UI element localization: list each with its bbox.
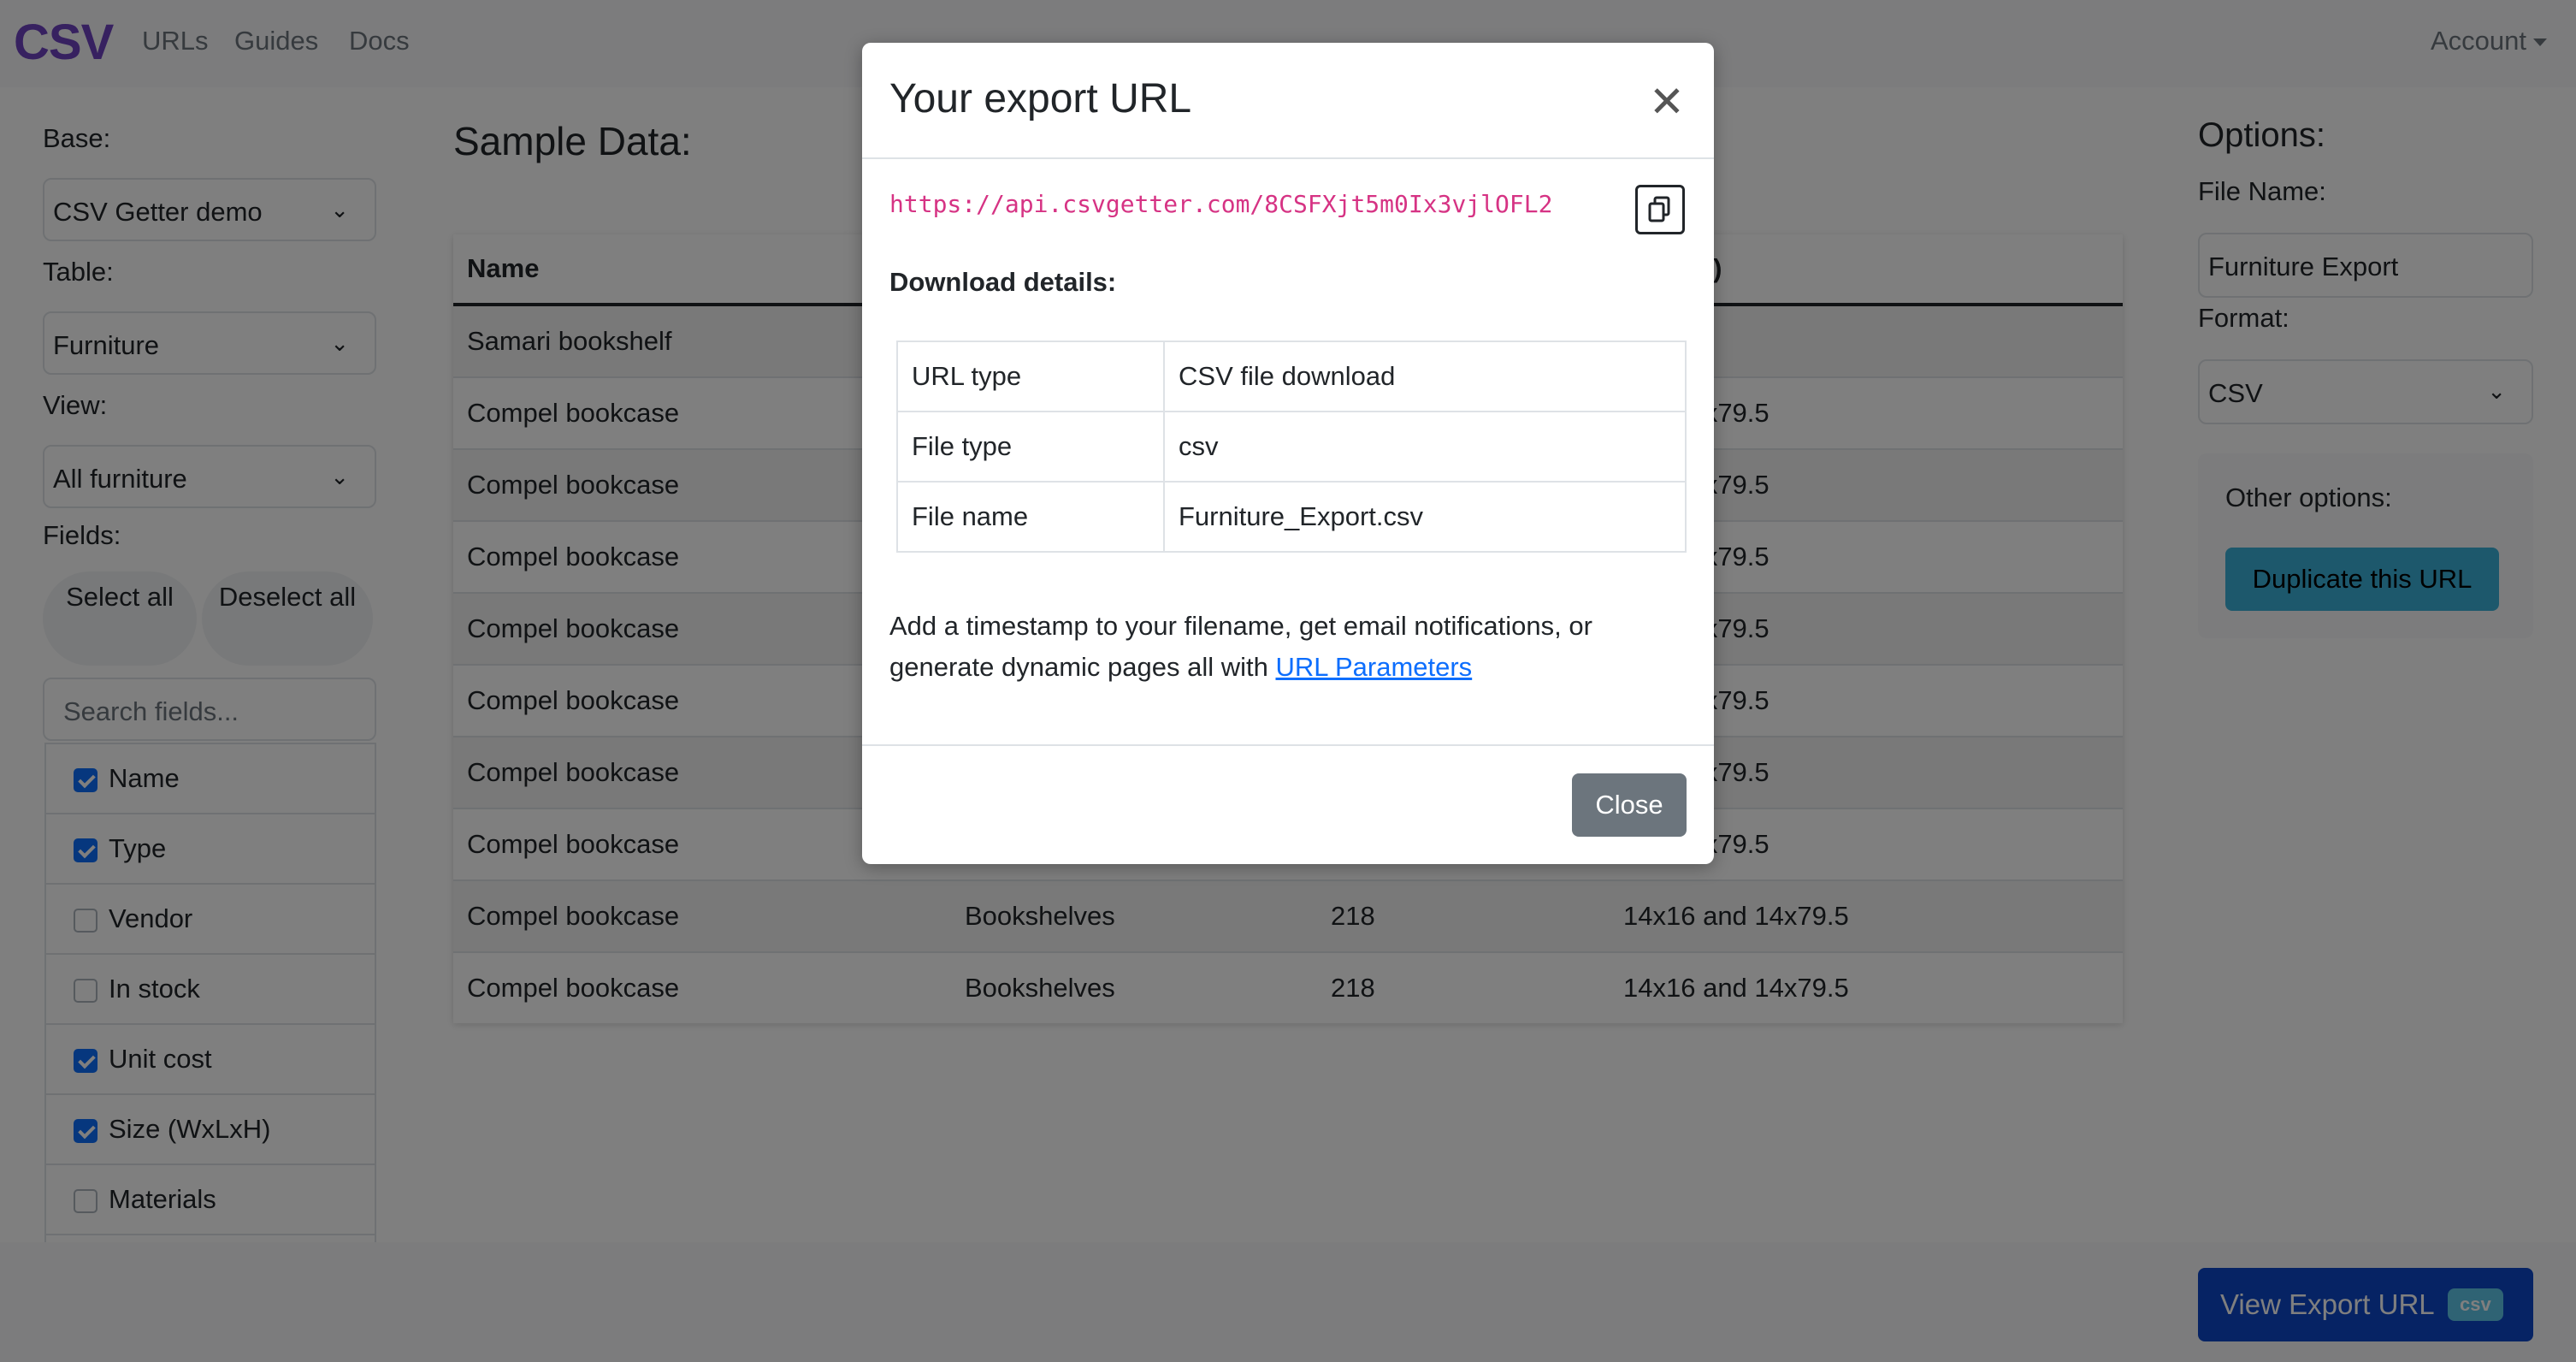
- table-row: File name Furniture_Export.csv: [896, 481, 1687, 553]
- table-row: File type csv: [896, 411, 1687, 483]
- detail-key: File name: [896, 481, 1165, 553]
- modal-note: Add a timestamp to your filename, get em…: [889, 606, 1676, 688]
- close-icon[interactable]: ✕: [1649, 80, 1685, 123]
- close-button[interactable]: Close: [1572, 773, 1687, 837]
- download-details-table: URL type CSV file download File type csv F…: [896, 340, 1687, 553]
- modal-title: Your export URL: [889, 76, 1192, 121]
- modal-header: Your export URL ✕: [862, 43, 1714, 159]
- modal-note-text: Add a timestamp to your filename, get em…: [889, 611, 1592, 682]
- detail-value: csv: [1163, 411, 1687, 483]
- detail-value: Furniture_Export.csv: [1163, 481, 1687, 553]
- download-details-title: Download details:: [889, 267, 1117, 297]
- detail-value: CSV file download: [1163, 340, 1687, 412]
- detail-key: File type: [896, 411, 1165, 483]
- detail-key: URL type: [896, 340, 1165, 412]
- url-parameters-link[interactable]: URL Parameters: [1275, 652, 1472, 682]
- export-url-text[interactable]: https://api.csvgetter.com/8CSFXjt5m0Ix3v…: [889, 190, 1552, 218]
- copy-button[interactable]: [1635, 185, 1685, 234]
- export-url-modal: Your export URL ✕ https://api.csvgetter.…: [862, 43, 1714, 864]
- table-row: URL type CSV file download: [896, 340, 1687, 412]
- modal-footer-divider: [862, 744, 1714, 746]
- copy-icon: [1648, 196, 1670, 222]
